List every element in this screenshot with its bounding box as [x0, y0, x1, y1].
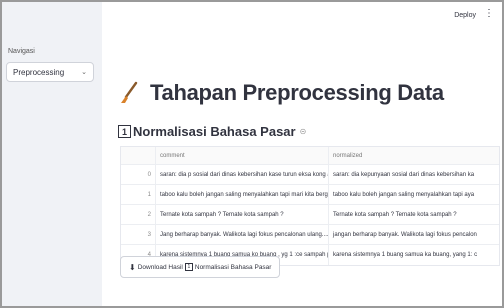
row-index: 1 — [147, 191, 151, 198]
table-row: 1 taboo kalu boleh jangan saling menyala… — [121, 185, 499, 205]
column-header-comment[interactable]: comment — [155, 147, 328, 164]
page-title: Tahapan Preprocessing Data — [150, 80, 444, 105]
row-index: 2 — [147, 211, 151, 218]
normalized-cell[interactable]: jangan berharap banyak. Walikota lagi fo… — [328, 225, 499, 244]
sidebar-label: Navigasi — [8, 48, 35, 55]
navigation-select[interactable]: Preprocessing ⌄ — [6, 62, 94, 82]
normalized-cell[interactable]: saran: dia kepunyaan sosial dari dinas k… — [328, 165, 499, 184]
data-table[interactable]: comment normalized 0 saran: dia p sosial… — [120, 146, 500, 266]
row-index: 3 — [147, 231, 151, 238]
download-label-suffix: Normalisasi Bahasa Pasar — [194, 263, 272, 271]
deploy-button[interactable]: Deploy — [454, 12, 476, 19]
table-header-row: comment normalized — [121, 147, 499, 165]
comment-cell[interactable]: Ternate kota sampah ? Ternate kota sampa… — [155, 205, 328, 224]
normalized-cell[interactable]: Ternate kota sampah ? Ternate kota sampa… — [328, 205, 499, 224]
chevron-down-icon: ⌄ — [81, 69, 87, 76]
section-header: 1 Normalisasi Bahasa Pasar ⊝ — [118, 124, 306, 139]
section-number-badge: 1 — [118, 125, 131, 138]
page-title-row: Tahapan Preprocessing Data — [118, 80, 444, 106]
sidebar: Navigasi Preprocessing ⌄ — [2, 2, 102, 306]
comment-cell[interactable]: saran: dia p sosial dari dinas kebersiha… — [155, 165, 328, 184]
download-number-badge: 1 — [184, 263, 193, 271]
download-icon: ⬇ — [129, 262, 136, 272]
link-anchor-icon[interactable]: ⊝ — [300, 127, 307, 136]
broom-icon — [121, 81, 138, 103]
app-frame: Navigasi Preprocessing ⌄ Deploy ⋮ Tahapa… — [0, 0, 504, 308]
comment-cell[interactable]: Jang berharap banyak. Walikota lagi foku… — [155, 225, 328, 244]
table-row: 2 Ternate kota sampah ? Ternate kota sam… — [121, 205, 499, 225]
normalized-cell[interactable]: karena sistemnya 1 buang samua ka buang,… — [328, 245, 499, 265]
normalized-cell[interactable]: taboo kalu boleh jangan saling menyalahk… — [328, 185, 499, 204]
download-button[interactable]: ⬇ Download Hasil 1 Normalisasi Bahasa Pa… — [120, 256, 281, 278]
comment-cell[interactable]: taboo kalu boleh jangan saling menyalahk… — [155, 185, 328, 204]
download-label-prefix: Download Hasil — [137, 263, 183, 271]
main-menu-icon[interactable]: ⋮ — [484, 9, 494, 19]
table-row: 0 saran: dia p sosial dari dinas kebersi… — [121, 165, 499, 185]
row-index: 0 — [147, 171, 151, 178]
table-row: 3 Jang berharap banyak. Walikota lagi fo… — [121, 225, 499, 245]
column-header-normalized[interactable]: normalized — [328, 147, 499, 164]
navigation-select-value: Preprocessing — [13, 67, 65, 77]
section-title: Normalisasi Bahasa Pasar — [133, 124, 296, 139]
